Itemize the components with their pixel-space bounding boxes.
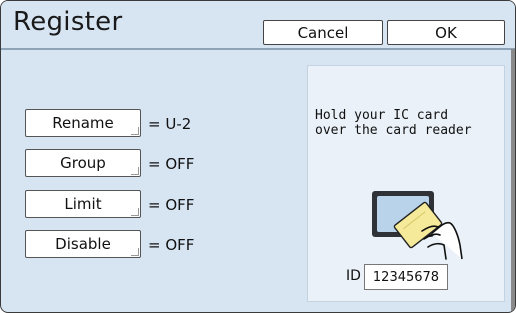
id-label: ID [346, 268, 361, 284]
corner-mark-icon [131, 167, 139, 175]
corner-mark-icon [131, 127, 139, 135]
rename-label: Rename [52, 114, 114, 132]
dialog-header: Register Cancel OK [1, 1, 515, 50]
limit-value: = OFF [148, 196, 195, 214]
group-label: Group [60, 154, 106, 172]
card-reader-panel: Hold your IC card over the card reader I… [307, 65, 505, 302]
rename-button[interactable]: Rename [25, 109, 141, 137]
register-dialog: Register Cancel OK Rename = U-2 Group = … [0, 0, 516, 313]
group-value: = OFF [148, 155, 195, 173]
ok-button[interactable]: OK [387, 20, 505, 45]
instruction-line-2: over the card reader [315, 123, 472, 138]
group-button[interactable]: Group [25, 149, 141, 177]
rename-value: = U-2 [148, 115, 192, 133]
right-edge-bar [511, 49, 515, 312]
limit-button[interactable]: Limit [25, 190, 141, 218]
disable-value: = OFF [148, 236, 195, 254]
id-field: 12345678 [364, 264, 448, 290]
corner-mark-icon [131, 208, 139, 216]
card-reader-icon [372, 191, 463, 260]
instruction-text: Hold your IC card over the card reader [315, 108, 501, 138]
disable-button[interactable]: Disable [25, 230, 141, 258]
cancel-button[interactable]: Cancel [263, 20, 383, 45]
limit-label: Limit [64, 195, 102, 213]
instruction-line-1: Hold your IC card [315, 108, 449, 123]
disable-label: Disable [55, 235, 111, 253]
corner-mark-icon [131, 248, 139, 256]
page-title: Register [13, 7, 123, 37]
